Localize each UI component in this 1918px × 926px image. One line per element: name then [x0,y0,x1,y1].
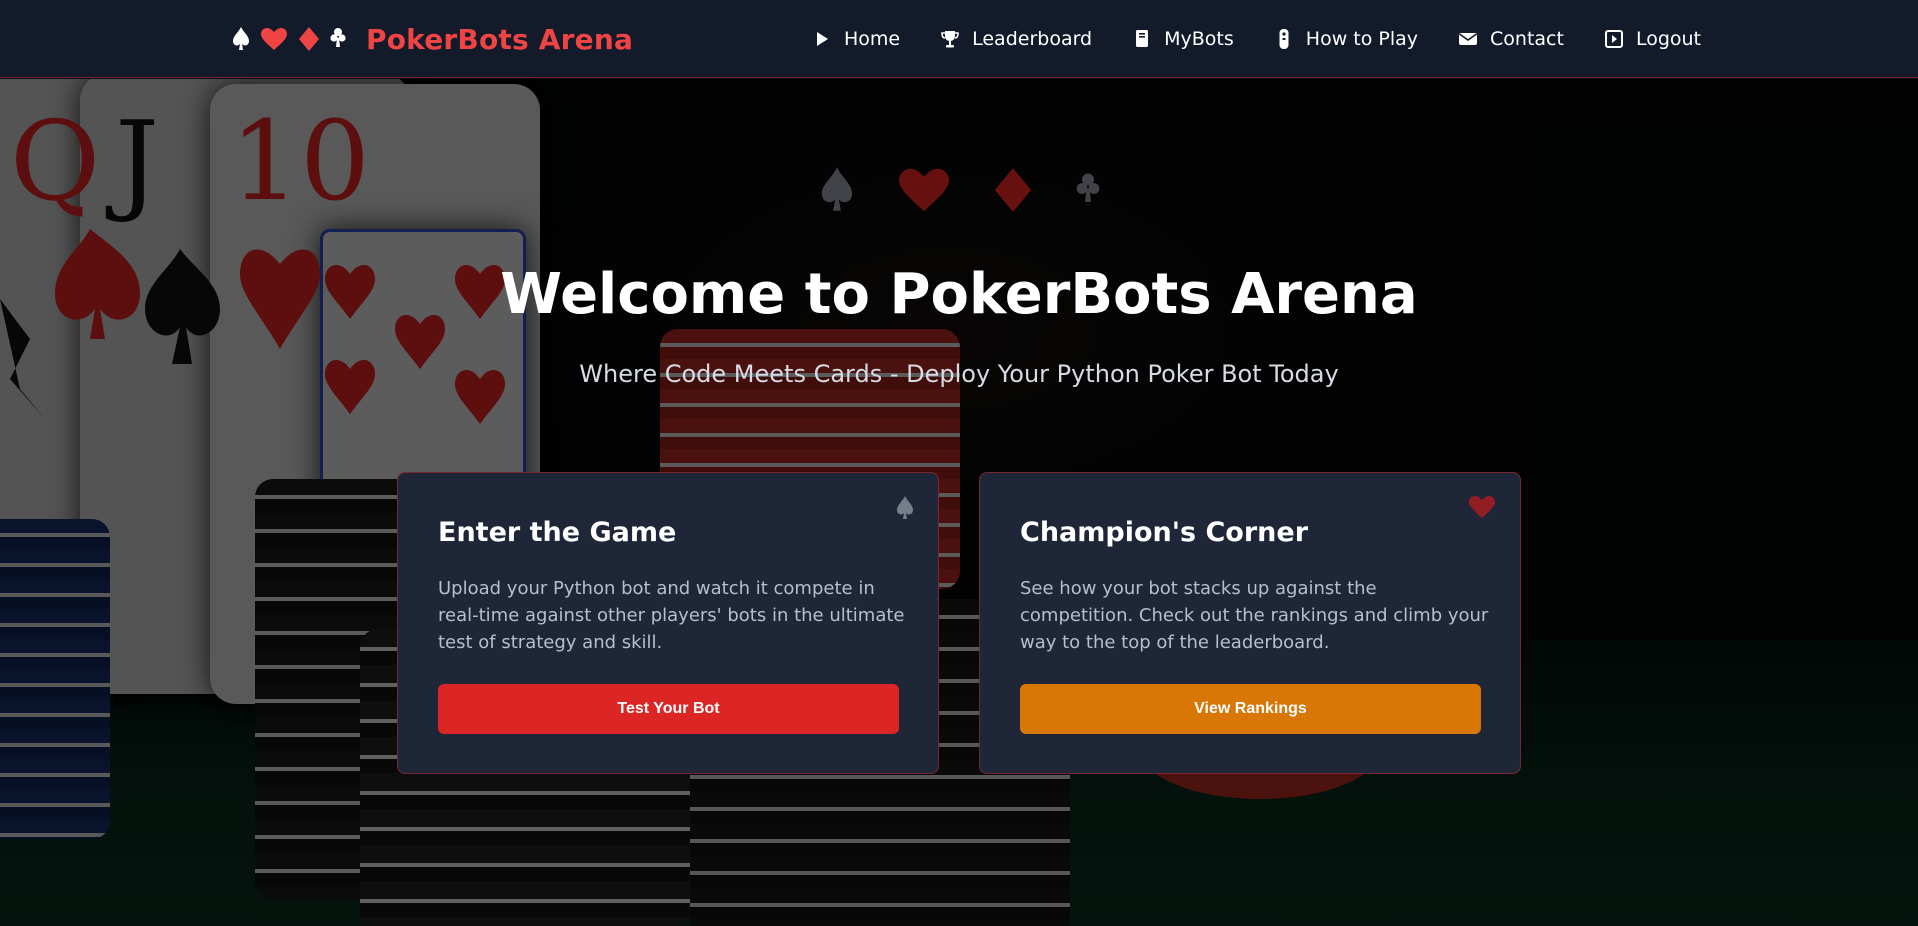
logout-icon [1604,29,1624,49]
nav-leaderboard-label: Leaderboard [972,28,1093,50]
card-enter-game: Enter the Game Upload your Python bot an… [397,472,939,774]
heart-icon [898,168,949,212]
spade-icon [821,167,853,211]
brand-title: PokerBots Arena [366,22,634,56]
heart-icon [261,28,287,50]
diamond-icon [995,168,1032,212]
card-description: See how your bot stacks up against the c… [1020,578,1489,653]
nav-home[interactable]: Home [812,28,900,50]
nav-logout-label: Logout [1635,28,1701,50]
nav-how-to-play-label: How to Play [1305,28,1419,50]
card-description: Upload your Python bot and watch it comp… [438,578,905,653]
card-champions-corner: Champion's Corner See how your bot stack… [979,472,1521,774]
hero-subtitle: Where Code Meets Cards - Deploy Your Pyt… [579,360,1339,388]
club-icon [1076,173,1100,202]
spade-icon [233,27,249,50]
hero-title: Welcome to PokerBots Arena [500,262,1418,327]
remote-icon [1274,29,1294,49]
trophy-icon [940,29,960,49]
main-nav: Home Leaderboard MyBots How to Play Cont… [812,0,1701,78]
nav-mybots-label: MyBots [1164,28,1234,50]
card-title: Enter the Game [438,517,677,548]
nav-contact[interactable]: Contact [1458,28,1564,50]
play-icon [812,29,832,49]
brand[interactable]: PokerBots Arena [232,18,633,60]
club-icon [330,28,346,47]
nav-home-label: Home [844,28,901,50]
test-your-bot-button[interactable]: Test Your Bot [438,684,899,734]
hero-suits [820,160,1100,220]
spade-icon [896,495,914,525]
view-rankings-button[interactable]: View Rankings [1020,684,1481,734]
top-navbar: PokerBots Arena Home Leaderboard MyBots … [0,0,1918,78]
heart-icon [1468,495,1496,523]
nav-contact-label: Contact [1490,28,1564,50]
nav-logout[interactable]: Logout [1604,28,1701,50]
diamond-icon [299,27,319,51]
mail-icon [1458,29,1478,49]
nav-how-to-play[interactable]: How to Play [1274,28,1418,50]
card-title: Champion's Corner [1020,517,1309,548]
nav-mybots[interactable]: MyBots [1132,28,1234,50]
book-icon [1132,29,1152,49]
nav-leaderboard[interactable]: Leaderboard [940,28,1092,50]
brand-suits [232,26,346,52]
